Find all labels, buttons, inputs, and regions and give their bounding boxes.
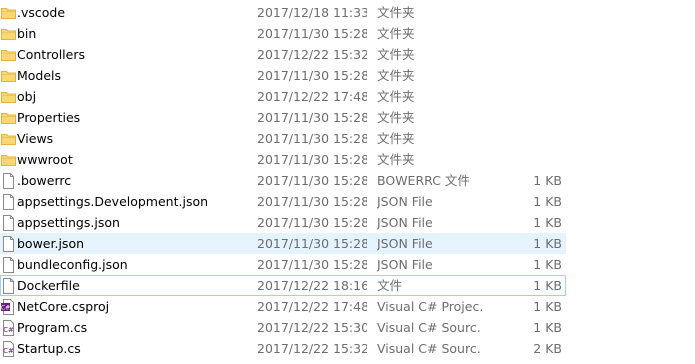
file-row[interactable]: appsettings.Development.json 2017/11/30 1…	[0, 191, 566, 212]
file-date: 2017/12/22 15:32	[257, 47, 367, 62]
file-size: 1 KB	[533, 236, 562, 251]
file-size: 1 KB	[533, 194, 562, 209]
file-date: 2017/12/22 15:32	[257, 341, 367, 356]
folder-icon	[1, 152, 16, 168]
folder-icon	[1, 5, 16, 21]
file-name: bin	[17, 26, 37, 41]
file-type: 文件夹	[377, 131, 415, 146]
file-type: 文件夹	[377, 68, 415, 83]
file-row[interactable]: obj 2017/12/22 17:48 文件夹	[0, 86, 566, 107]
file-icon	[1, 236, 16, 252]
file-type: Visual C# Sourc...	[377, 320, 482, 335]
file-icon	[1, 173, 16, 189]
file-row[interactable]: Controllers 2017/12/22 15:32 文件夹	[0, 44, 566, 65]
file-size: 1 KB	[533, 320, 562, 335]
file-row[interactable]: Dockerfile 2017/12/22 18:16 文件 1 KB	[0, 275, 566, 296]
file-name: NetCore.csproj	[17, 299, 110, 314]
file-type: 文件夹	[377, 152, 415, 167]
file-name: wwwroot	[17, 152, 73, 167]
file-row[interactable]: wwwroot 2017/11/30 15:28 文件夹	[0, 149, 566, 170]
file-date: 2017/12/22 15:30	[257, 320, 367, 335]
file-name: Controllers	[17, 47, 85, 62]
file-row[interactable]: bundleconfig.json 2017/11/30 15:28 JSON Fi…	[0, 254, 566, 275]
file-row[interactable]: bin 2017/11/30 15:28 文件夹	[0, 23, 566, 44]
file-row[interactable]: C# NetCore.csproj 2017/12/22 17:48 Visual C…	[0, 296, 566, 317]
svg-text:C#: C#	[1, 305, 10, 312]
file-size: 1 KB	[533, 278, 562, 293]
file-date: 2017/12/22 18:16	[257, 278, 367, 293]
file-date: 2017/11/30 15:28	[257, 173, 367, 188]
file-row[interactable]: .vscode 2017/12/18 11:33 文件夹	[0, 2, 566, 23]
file-row[interactable]: appsettings.json 2017/11/30 15:28 JSON Fil…	[0, 212, 566, 233]
file-type: Visual C# Projec...	[377, 299, 482, 314]
file-icon	[1, 215, 16, 231]
file-type: 文件夹	[377, 26, 415, 41]
file-row[interactable]: .bowerrc 2017/11/30 15:28 BOWERRC 文件 1 KB	[0, 170, 566, 191]
file-name: bundleconfig.json	[17, 257, 128, 272]
file-size: 2 KB	[533, 341, 562, 356]
file-type: JSON File	[377, 215, 433, 230]
file-type: 文件夹	[377, 110, 415, 125]
file-row[interactable]: C# Program.cs 2017/12/22 15:30 Visual C# So…	[0, 317, 566, 338]
file-name: bower.json	[17, 236, 85, 251]
file-type: JSON File	[377, 194, 433, 209]
file-icon	[1, 278, 16, 294]
file-size: 1 KB	[533, 215, 562, 230]
folder-icon	[1, 47, 16, 63]
file-type: JSON File	[377, 236, 433, 251]
file-row[interactable]: Views 2017/11/30 15:28 文件夹	[0, 128, 566, 149]
file-name: Views	[17, 131, 54, 146]
svg-text:C#: C#	[3, 347, 14, 355]
file-date: 2017/12/22 17:48	[257, 299, 367, 314]
file-name: appsettings.Development.json	[17, 194, 209, 209]
file-type: 文件夹	[377, 5, 415, 20]
file-date: 2017/11/30 15:28	[257, 110, 367, 125]
folder-icon	[1, 110, 16, 126]
folder-icon	[1, 89, 16, 105]
file-type: 文件	[377, 278, 403, 293]
file-name: Properties	[17, 110, 81, 125]
file-date: 2017/11/30 15:28	[257, 131, 367, 146]
file-date: 2017/11/30 15:28	[257, 257, 367, 272]
file-date: 2017/11/30 15:28	[257, 26, 367, 41]
file-row[interactable]: C# Startup.cs 2017/12/22 15:32 Visual C# So…	[0, 338, 566, 359]
file-date: 2017/11/30 15:28	[257, 194, 367, 209]
folder-icon	[1, 68, 16, 84]
file-type: BOWERRC 文件	[377, 173, 470, 188]
file-date: 2017/11/30 15:28	[257, 215, 367, 230]
file-size: 1 KB	[533, 257, 562, 272]
file-type: JSON File	[377, 257, 433, 272]
file-name: appsettings.json	[17, 215, 120, 230]
csharp-file-icon: C#	[1, 320, 16, 336]
file-icon	[1, 257, 16, 273]
svg-text:C#: C#	[3, 326, 14, 334]
file-name: Models	[17, 68, 62, 83]
file-date: 2017/12/22 17:48	[257, 89, 367, 104]
file-type: Visual C# Sourc...	[377, 341, 482, 356]
file-date: 2017/12/18 11:33	[257, 5, 367, 20]
file-name: Startup.cs	[17, 341, 81, 356]
file-name: .vscode	[17, 5, 66, 20]
file-name: Dockerfile	[17, 278, 80, 293]
file-name: obj	[17, 89, 37, 104]
file-date: 2017/11/30 15:28	[257, 68, 367, 83]
csproj-icon: C#	[1, 299, 16, 315]
file-type: 文件夹	[377, 89, 415, 104]
file-type: 文件夹	[377, 47, 415, 62]
file-name: Program.cs	[17, 320, 88, 335]
folder-icon	[1, 26, 16, 42]
folder-icon	[1, 131, 16, 147]
file-date: 2017/11/30 15:28	[257, 152, 367, 167]
file-icon	[1, 194, 16, 210]
file-row[interactable]: bower.json 2017/11/30 15:28 JSON File 1 KB	[0, 233, 566, 254]
file-row[interactable]: Models 2017/11/30 15:28 文件夹	[0, 65, 566, 86]
file-size: 1 KB	[533, 299, 562, 314]
file-name: .bowerrc	[17, 173, 72, 188]
file-date: 2017/11/30 15:28	[257, 236, 367, 251]
file-row[interactable]: Properties 2017/11/30 15:28 文件夹	[0, 107, 566, 128]
csharp-file-icon: C#	[1, 341, 16, 357]
file-size: 1 KB	[533, 173, 562, 188]
